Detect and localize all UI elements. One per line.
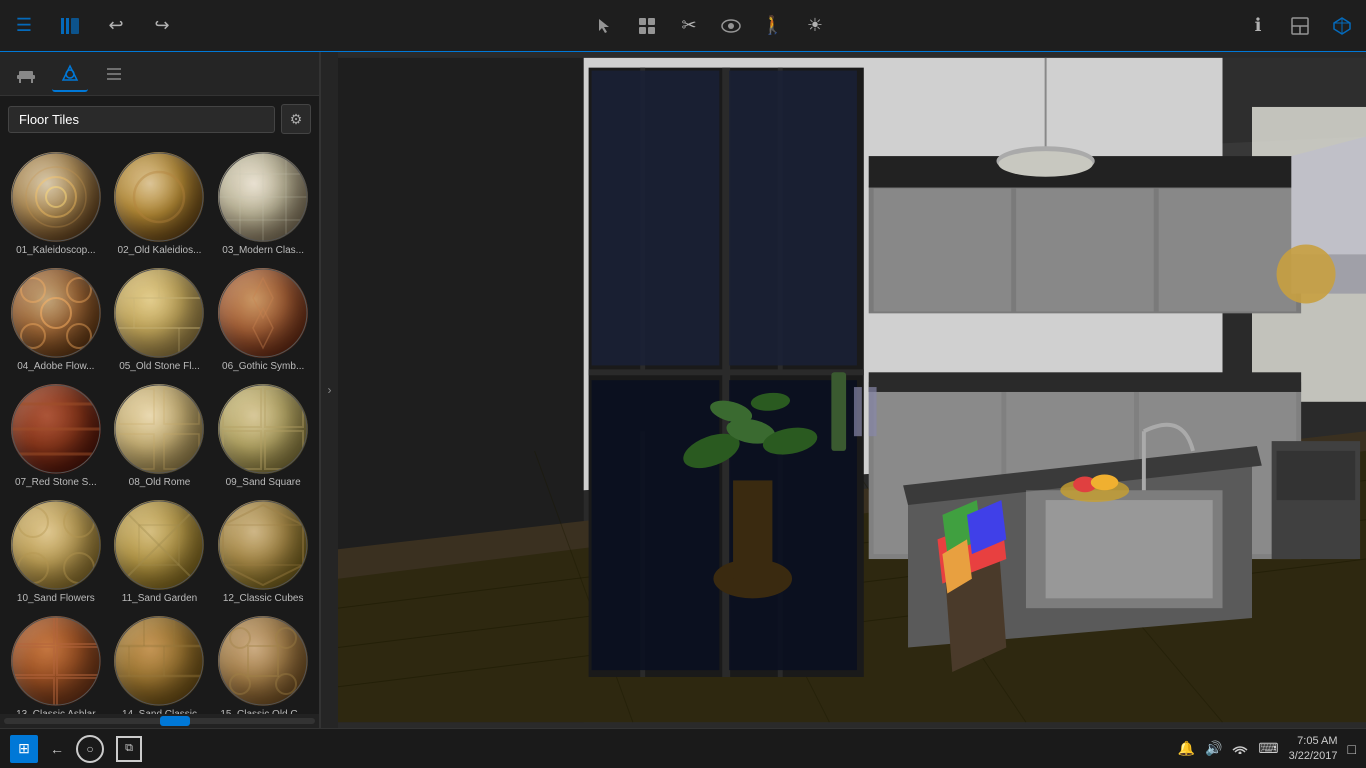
category-bar: Floor Tiles Wall Tiles Wood Floors Carpe… [0, 96, 319, 142]
cortana-button[interactable]: ○ [76, 735, 104, 763]
material-sphere-7 [11, 384, 101, 474]
material-item-11[interactable]: 11_Sand Garden [110, 496, 210, 608]
panel-tabs [0, 52, 319, 96]
taskbar: ⊞ ← ○ ⧉ 🔔 🔊 ⌨ 7:05 AM 3/22/2017 □ [0, 728, 1366, 768]
material-sphere-10 [11, 500, 101, 590]
material-name-11: 11_Sand Garden [122, 593, 197, 604]
material-sphere-13 [11, 616, 101, 706]
material-sphere-1 [11, 152, 101, 242]
cube-3d-icon[interactable] [1328, 12, 1356, 40]
hamburger-menu-icon[interactable]: ☰ [10, 12, 38, 40]
system-tray-notifications[interactable]: 🔔 [1178, 740, 1195, 757]
material-item-2[interactable]: 02_Old Kaleidios... [110, 148, 210, 260]
material-sphere-6 [218, 268, 308, 358]
material-sphere-11 [114, 500, 204, 590]
material-name-10: 10_Sand Flowers [17, 593, 95, 604]
scene-svg [338, 52, 1366, 728]
network-icon[interactable] [1232, 740, 1248, 757]
material-item-10[interactable]: 10_Sand Flowers [6, 496, 106, 608]
material-item-3[interactable]: 03_Modern Clas... [213, 148, 313, 260]
material-item-14[interactable]: 14_Sand Classic [110, 612, 210, 714]
undo-icon[interactable]: ↩ [102, 12, 130, 40]
material-name-9: 09_Sand Square [226, 477, 301, 488]
walk-icon[interactable]: 🚶 [759, 12, 787, 40]
material-item-15[interactable]: 15_Classic Old C... [213, 612, 313, 714]
keyboard-icon[interactable]: ⌨ [1258, 740, 1278, 757]
back-button[interactable]: ← [50, 741, 64, 757]
material-grid: 01_Kaleidoscop... 02_Old Kaleidios... [0, 142, 319, 714]
material-sphere-2 [114, 152, 204, 242]
scrollbar-thumb[interactable] [160, 716, 190, 726]
taskbar-left: ⊞ ← ○ ⧉ [10, 735, 142, 763]
material-item-9[interactable]: 09_Sand Square [213, 380, 313, 492]
material-name-6: 06_Gothic Symb... [222, 361, 304, 372]
material-sphere-15 [218, 616, 308, 706]
material-sphere-12 [218, 500, 308, 590]
action-center-icon[interactable]: □ [1348, 741, 1356, 757]
scrollbar-background [4, 718, 315, 724]
material-sphere-14 [114, 616, 204, 706]
library-icon[interactable] [56, 12, 84, 40]
redo-icon[interactable]: ↪ [148, 12, 176, 40]
material-name-2: 02_Old Kaleidios... [118, 245, 202, 256]
clock[interactable]: 7:05 AM 3/22/2017 [1289, 734, 1338, 763]
time-display: 7:05 AM [1297, 734, 1337, 748]
material-item-1[interactable]: 01_Kaleidoscop... [6, 148, 106, 260]
scissors-icon[interactable]: ✂ [675, 12, 703, 40]
material-sphere-3 [218, 152, 308, 242]
material-item-8[interactable]: 08_Old Rome [110, 380, 210, 492]
material-item-13[interactable]: 13_Classic Ashlar [6, 612, 106, 714]
start-button[interactable]: ⊞ [10, 735, 38, 763]
scroll-track[interactable] [0, 714, 319, 728]
furniture-tab[interactable] [8, 56, 44, 92]
category-dropdown[interactable]: Floor Tiles Wall Tiles Wood Floors Carpe… [8, 106, 275, 133]
task-view-button[interactable]: ⧉ [116, 736, 142, 762]
material-item-6[interactable]: 06_Gothic Symb... [213, 264, 313, 376]
left-panel: Floor Tiles Wall Tiles Wood Floors Carpe… [0, 52, 320, 728]
top-toolbar: ☰ ↩ ↪ ✂ 🚶 [0, 0, 1366, 52]
layout-icon[interactable] [1286, 12, 1314, 40]
material-item-7[interactable]: 07_Red Stone S... [6, 380, 106, 492]
material-item-5[interactable]: 05_Old Stone Fl... [110, 264, 210, 376]
material-sphere-9 [218, 384, 308, 474]
material-name-4: 04_Adobe Flow... [17, 361, 94, 372]
volume-icon[interactable]: 🔊 [1205, 740, 1222, 757]
3d-viewport[interactable] [338, 52, 1366, 728]
material-item-4[interactable]: 04_Adobe Flow... [6, 264, 106, 376]
grid-objects-icon[interactable] [633, 12, 661, 40]
sun-icon[interactable]: ☀ [801, 12, 829, 40]
material-sphere-4 [11, 268, 101, 358]
material-name-1: 01_Kaleidoscop... [16, 245, 96, 256]
eye-icon[interactable] [717, 12, 745, 40]
material-item-12[interactable]: 12_Classic Cubes [213, 496, 313, 608]
material-sphere-8 [114, 384, 204, 474]
settings-button[interactable]: ⚙ [281, 104, 311, 134]
main-area: Floor Tiles Wall Tiles Wood Floors Carpe… [0, 52, 1366, 728]
info-icon[interactable]: ℹ [1244, 12, 1272, 40]
materials-tab[interactable] [52, 56, 88, 92]
list-tab[interactable] [96, 56, 132, 92]
material-sphere-5 [114, 268, 204, 358]
expand-panel-button[interactable]: › [320, 52, 338, 728]
taskbar-right: 🔔 🔊 ⌨ 7:05 AM 3/22/2017 □ [1178, 734, 1357, 763]
material-name-8: 08_Old Rome [129, 477, 191, 488]
material-name-12: 12_Classic Cubes [223, 593, 304, 604]
material-name-5: 05_Old Stone Fl... [119, 361, 200, 372]
date-display: 3/22/2017 [1289, 749, 1338, 763]
cursor-icon[interactable] [591, 12, 619, 40]
material-name-3: 03_Modern Clas... [222, 245, 304, 256]
material-name-7: 07_Red Stone S... [15, 477, 97, 488]
